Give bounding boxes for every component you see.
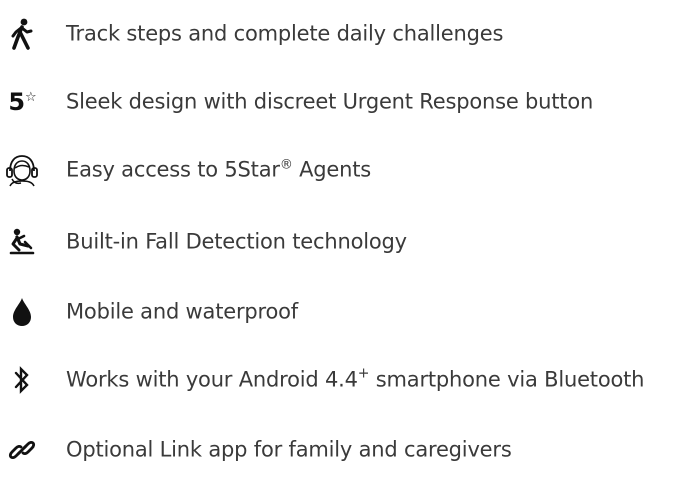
feature-item-bluetooth: Works with your Android 4.4+ smartphone … (0, 360, 679, 400)
feature-text-link: Optional Link app for family and caregiv… (66, 437, 512, 462)
feature-text-bluetooth: Works with your Android 4.4+ smartphone … (66, 367, 645, 392)
5star-logo: 5☆ (8, 88, 37, 116)
link-icon (0, 430, 44, 470)
agent-headset-icon (0, 150, 44, 190)
feature-item-agents: Easy access to 5Star® Agents (0, 150, 679, 190)
feature-text-agents-end: Agents (292, 157, 372, 182)
water-drop-icon (0, 292, 44, 332)
feature-item-waterproof: Mobile and waterproof (0, 292, 679, 332)
registered-mark: ® (279, 157, 293, 173)
feature-text-steps: Track steps and complete daily challenge… (66, 21, 504, 46)
5star-logo-star: ☆ (25, 90, 37, 105)
feature-text-agents: Easy access to 5Star® Agents (66, 157, 372, 182)
plus-superscript: + (357, 365, 370, 382)
feature-text-waterproof: Mobile and waterproof (66, 299, 298, 324)
bluetooth-icon (0, 360, 44, 400)
feature-text-bluetooth-main: Works with your Android 4.4 (66, 367, 358, 392)
feature-item-link: Optional Link app for family and caregiv… (0, 430, 679, 470)
feature-item-fall: Built-in Fall Detection technology (0, 222, 679, 262)
feature-text-agents-main: Easy access to 5Star (66, 157, 280, 182)
5star-logo-number: 5 (8, 88, 25, 116)
fall-detection-icon (0, 222, 44, 262)
feature-item-design: 5☆ Sleek design with discreet Urgent Res… (0, 82, 679, 122)
feature-list: Track steps and complete daily challenge… (0, 0, 679, 490)
feature-text-design: Sleek design with discreet Urgent Respon… (66, 89, 594, 114)
feature-text-fall: Built-in Fall Detection technology (66, 229, 407, 254)
feature-text-bluetooth-end: smartphone via Bluetooth (369, 367, 645, 392)
feature-item-steps: Track steps and complete daily challenge… (0, 14, 679, 54)
5star-logo-icon: 5☆ (0, 82, 44, 122)
walking-person-icon (0, 14, 44, 54)
